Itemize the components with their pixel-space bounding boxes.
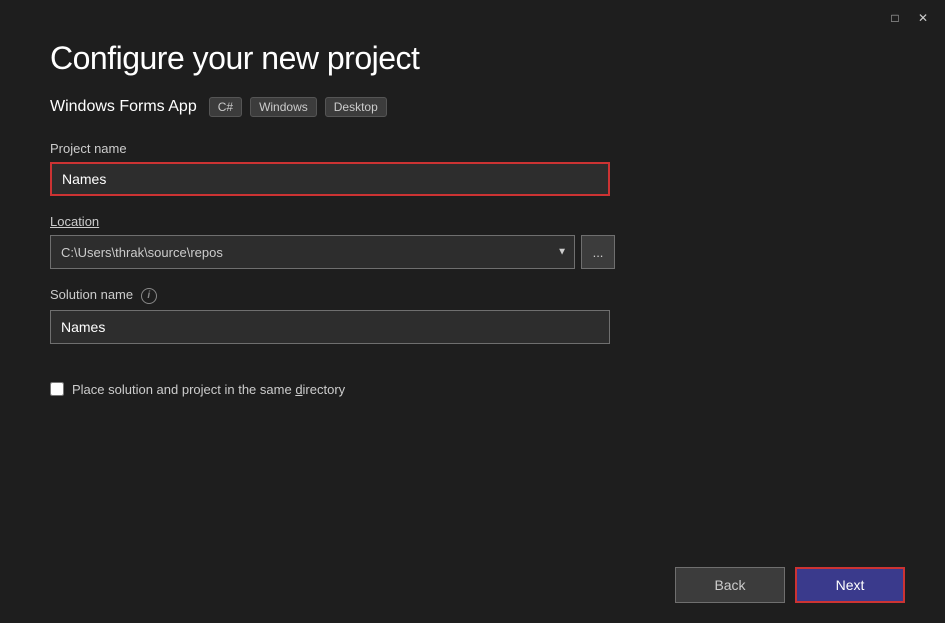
location-label-text: Location xyxy=(50,214,99,229)
same-directory-label[interactable]: Place solution and project in the same d… xyxy=(72,382,345,397)
same-directory-row: Place solution and project in the same d… xyxy=(50,382,895,397)
project-name-group: Project name xyxy=(50,141,895,196)
tag-csharp: C# xyxy=(209,97,242,117)
back-button[interactable]: Back xyxy=(675,567,785,603)
app-type-row: Windows Forms App C# Windows Desktop xyxy=(50,97,895,117)
solution-name-input[interactable] xyxy=(50,310,610,344)
app-type-label: Windows Forms App xyxy=(50,98,197,116)
tag-windows: Windows xyxy=(250,97,317,117)
tag-desktop: Desktop xyxy=(325,97,387,117)
solution-name-label: Solution name i xyxy=(50,287,895,304)
location-select[interactable]: C:\Users\thrak\source\repos xyxy=(50,235,575,269)
same-directory-checkbox[interactable] xyxy=(50,382,64,396)
location-select-wrapper: C:\Users\thrak\source\repos ▼ xyxy=(50,235,575,269)
location-row: C:\Users\thrak\source\repos ▼ ... xyxy=(50,235,615,269)
location-group: Location C:\Users\thrak\source\repos ▼ .… xyxy=(50,214,895,269)
browse-button[interactable]: ... xyxy=(581,235,615,269)
page-title: Configure your new project xyxy=(50,40,895,77)
form-section: Project name Location C:\Users\thrak\sou… xyxy=(50,141,895,397)
solution-name-group: Solution name i xyxy=(50,287,895,344)
info-icon: i xyxy=(141,288,157,304)
main-content: Configure your new project Windows Forms… xyxy=(0,0,945,623)
project-name-input[interactable] xyxy=(50,162,610,196)
location-label: Location xyxy=(50,214,895,229)
project-name-label: Project name xyxy=(50,141,895,156)
footer: Back Next xyxy=(675,567,905,603)
next-button[interactable]: Next xyxy=(795,567,905,603)
solution-name-label-text: Solution name xyxy=(50,287,137,302)
